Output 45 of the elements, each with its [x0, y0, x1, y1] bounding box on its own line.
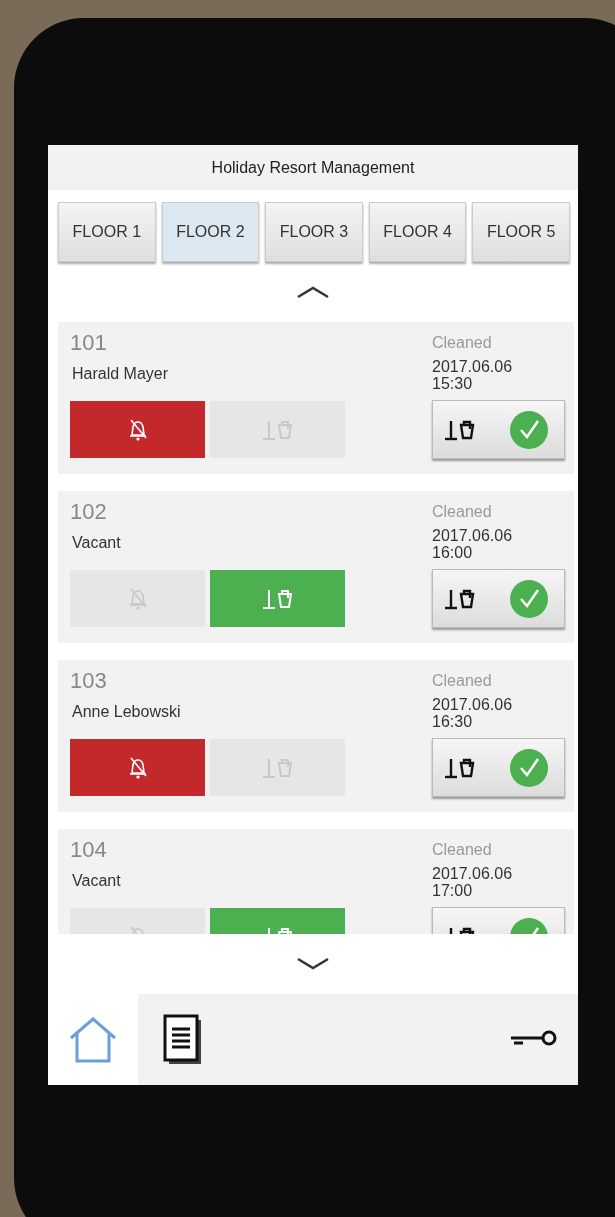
floor-tab[interactable]: FLOOR 1: [58, 202, 156, 262]
mop-bucket-icon: [443, 418, 477, 441]
mop-bucket-icon: [260, 587, 295, 610]
date-text: 2017.06.06: [432, 527, 514, 544]
time-text: 16:00: [432, 544, 474, 561]
alarm-button[interactable]: [70, 401, 205, 458]
guest-name: Vacant: [72, 534, 122, 552]
status-label: Cleaned: [432, 503, 493, 521]
mop-bucket-icon: [443, 587, 477, 610]
status-label: Cleaned: [432, 672, 493, 690]
date-text: 2017.06.06: [432, 696, 514, 713]
check-icon: [510, 748, 548, 787]
room-number: 103: [70, 668, 108, 694]
room-number: 101: [70, 330, 108, 356]
home-icon: [67, 1015, 119, 1064]
confirm-cleaned-button[interactable]: [432, 400, 565, 459]
chevron-down-icon[interactable]: [296, 957, 330, 971]
status-label: Cleaned: [432, 841, 493, 859]
confirm-cleaned-button[interactable]: [432, 738, 565, 797]
floor-tab[interactable]: FLOOR 2: [161, 202, 260, 262]
chevron-up-icon[interactable]: [296, 285, 330, 299]
cleaning-request-button[interactable]: [210, 570, 345, 627]
time-text: 17:00: [432, 882, 474, 899]
mop-bucket-icon: [443, 756, 477, 779]
guest-name: Anne Lebowski: [72, 703, 182, 721]
app-title: Holiday Resort Management: [48, 145, 578, 190]
room-number: 104: [70, 837, 108, 863]
check-icon: [510, 579, 548, 618]
room-number: 102: [70, 499, 108, 525]
mop-bucket-icon: [260, 418, 295, 441]
floor-tab[interactable]: FLOOR 3: [265, 202, 363, 262]
confirm-cleaned-button[interactable]: [432, 569, 565, 628]
check-icon: [510, 410, 548, 449]
time-text: 16:30: [432, 713, 474, 730]
guest-name: Vacant: [72, 872, 122, 890]
floor-tab[interactable]: FLOOR 5: [472, 202, 570, 262]
date-text: 2017.06.06: [432, 358, 514, 375]
date-text: 2017.06.06: [432, 865, 514, 882]
time-text: 15:30: [432, 375, 474, 392]
document-icon: [163, 1013, 203, 1066]
alarm-button[interactable]: [70, 739, 205, 796]
mop-bucket-icon: [260, 756, 295, 779]
status-label: Cleaned: [432, 334, 493, 352]
floor-tab[interactable]: FLOOR 4: [368, 202, 467, 262]
guest-name: Harald Mayer: [72, 365, 170, 383]
